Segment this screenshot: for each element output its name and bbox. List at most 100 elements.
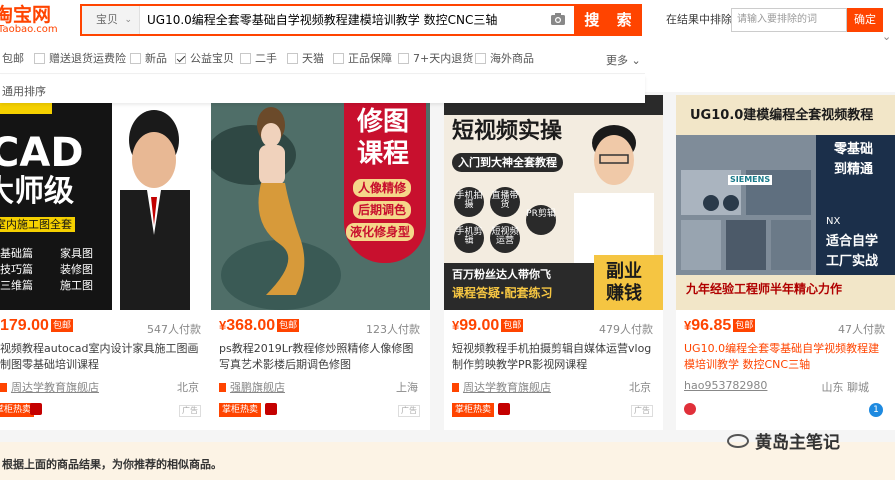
- search-scope-select[interactable]: 宝贝 ⌄: [82, 6, 140, 34]
- sort-default[interactable]: 通用排序: [2, 83, 46, 99]
- image-text: 三维篇: [0, 279, 33, 292]
- image-text: 装修图: [60, 263, 93, 276]
- image-text: 入门到大神全套教程: [452, 153, 563, 172]
- shop-location: 北京: [629, 381, 651, 394]
- product-title[interactable]: ps教程2019Lr教程修炒照精修人像修图写真艺术影楼后期调色修图: [219, 341, 424, 373]
- machining-photo: [676, 135, 816, 275]
- image-text: UG10.0建模编程全套视频教程: [690, 108, 874, 123]
- image-text: 人像精修: [353, 179, 412, 197]
- product-price: ¥368.00 包邮: [219, 317, 300, 334]
- sales-count: 47人付款: [838, 323, 885, 336]
- image-text: 修图: [357, 107, 410, 137]
- person-photo: [574, 125, 654, 275]
- exclude-confirm-button[interactable]: 确定: [847, 8, 883, 32]
- chevron-down-icon[interactable]: ⌄: [882, 30, 891, 43]
- promo-icon: [265, 403, 277, 415]
- filter-new[interactable]: 新品: [130, 52, 167, 66]
- search-button[interactable]: 搜 索: [574, 4, 642, 36]
- product-title[interactable]: 短视频教程手机拍摄剪辑自媒体运营vlog制作剪映教学PR影视网课程: [452, 341, 657, 373]
- product-card[interactable]: 短视频实操 入门到大神全套教程 手机拍摄 直播带货 PR剪辑 手机剪辑 短视频运…: [444, 95, 663, 430]
- shop-icon: [219, 383, 226, 392]
- image-text: PR剪辑: [526, 205, 556, 235]
- image-text: 技巧篇: [0, 263, 33, 276]
- checkbox[interactable]: [475, 53, 486, 64]
- checkbox-checked[interactable]: [175, 53, 186, 64]
- image-text: 九年经验工程师半年精心力作: [686, 282, 843, 296]
- checkbox[interactable]: [333, 53, 344, 64]
- product-card[interactable]: 修图 课程 人像精修 后期调色 液化修身型 ¥368.00 包邮 123人付款 p…: [211, 95, 430, 430]
- filter-free-shipping[interactable]: 包邮: [2, 52, 24, 66]
- sales-count: 547人付款: [147, 323, 201, 336]
- filter-overseas[interactable]: 海外商品: [475, 52, 534, 66]
- product-image[interactable]: 短视频实操 入门到大神全套教程 手机拍摄 直播带货 PR剪辑 手机剪辑 短视频运…: [444, 95, 663, 310]
- checkbox[interactable]: [287, 53, 298, 64]
- checkbox[interactable]: [34, 53, 45, 64]
- promo-icon: [30, 403, 42, 415]
- image-text: 大师级: [0, 174, 74, 209]
- person-photo: [120, 110, 190, 310]
- ad-label: 广告: [179, 405, 201, 417]
- image-text: 液化修身型: [346, 223, 415, 241]
- image-text: 课程: [357, 139, 410, 169]
- shop-link[interactable]: 周达学教育旗舰店: [0, 379, 99, 395]
- filter-return-insurance[interactable]: 赠送退货运费险: [34, 52, 126, 66]
- image-text: 基础篇: [0, 247, 33, 260]
- image-text: 百万粉丝达人带你飞: [452, 268, 551, 281]
- product-image[interactable]: UG10.0建模编程全套视频教程 SIEMENS 零基础 到精通 NX 适合自学…: [676, 95, 895, 310]
- image-text: 短视频实操: [452, 119, 563, 144]
- info-icon[interactable]: 1: [869, 403, 883, 417]
- camera-icon[interactable]: [550, 12, 566, 26]
- ad-label: 广告: [398, 405, 420, 417]
- seller-hot-badge: 掌柜热卖: [452, 403, 495, 417]
- shop-link[interactable]: hao953782980: [684, 379, 767, 392]
- search-box: 宝贝 ⌄ UG10.0编程全套零基础自学视频教程建模培训教学 数控CNC三轴 搜…: [80, 4, 642, 36]
- chevron-down-icon: ⌄: [124, 15, 132, 25]
- shop-icon: [452, 383, 459, 392]
- product-card[interactable]: UG10.0建模编程全套视频教程 SIEMENS 零基础 到精通 NX 适合自学…: [676, 95, 895, 430]
- shop-location: 北京: [177, 381, 199, 394]
- checkbox[interactable]: [398, 53, 409, 64]
- product-title[interactable]: 视频教程autocad室内设计家具施工图画制图零基础培训课程: [0, 341, 205, 373]
- flower-icon: [684, 403, 696, 415]
- sort-row: 通用排序: [0, 75, 645, 103]
- taobao-logo[interactable]: 淘宝网 Taobao.com: [0, 4, 75, 36]
- filter-genuine[interactable]: 正品保障: [333, 52, 392, 66]
- shop-location: 山东 聊城: [821, 381, 870, 394]
- image-text: 课程答疑·配套练习: [452, 286, 553, 300]
- search-input[interactable]: UG10.0编程全套零基础自学视频教程建模培训教学 数控CNC三轴: [147, 6, 547, 34]
- image-text: 施工图: [60, 279, 93, 292]
- exclude-input[interactable]: 请输入要排除的词: [731, 8, 847, 32]
- image-text: CAD: [0, 130, 84, 176]
- image-text: 适合自学: [826, 234, 879, 249]
- image-text: 直播带货: [490, 187, 520, 217]
- chevron-down-icon: ⌄: [631, 54, 641, 67]
- image-text: 后期调色: [353, 201, 412, 219]
- image-text: 室内施工图全套: [0, 217, 75, 232]
- image-text: 副业: [606, 261, 642, 282]
- checkbox[interactable]: [240, 53, 251, 64]
- product-title[interactable]: UG10.0编程全套零基础自学视频教程建模培训教学 数控CNC三轴: [684, 341, 889, 373]
- filter-tmall[interactable]: 天猫: [287, 52, 324, 66]
- filter-charity[interactable]: 公益宝贝: [175, 52, 234, 66]
- free-shipping-badge: 包邮: [277, 319, 300, 332]
- logo-sub-text: Taobao.com: [0, 24, 58, 35]
- image-text: 家具图: [60, 247, 93, 260]
- image-text: 工厂实战: [826, 254, 879, 269]
- checkbox[interactable]: [130, 53, 141, 64]
- product-card[interactable]: CAD 大师级 室内施工图全套 基础篇 家具图 技巧篇 装修图 三维篇 施工图 …: [0, 95, 211, 430]
- more-filters-button[interactable]: 更多 ⌄: [606, 52, 641, 68]
- shop-link[interactable]: 强鹏旗舰店: [219, 379, 285, 395]
- shop-location: 上海: [396, 381, 418, 394]
- sales-count: 123人付款: [366, 323, 420, 336]
- filter-7day-return[interactable]: 7+天内退货: [398, 52, 473, 66]
- image-text: SIEMENS: [728, 175, 773, 185]
- product-price: ¥99.00 包邮: [452, 317, 524, 334]
- search-scope-label: 宝贝: [96, 13, 118, 26]
- image-text: 短视频运营: [490, 223, 520, 253]
- shop-link[interactable]: 周达学教育旗舰店: [452, 379, 551, 395]
- wechat-icon: [727, 434, 749, 448]
- product-price: ¥96.85 包邮: [684, 317, 756, 334]
- product-image[interactable]: CAD 大师级 室内施工图全套 基础篇 家具图 技巧篇 装修图 三维篇 施工图: [0, 95, 211, 310]
- filter-second-hand[interactable]: 二手: [240, 52, 277, 66]
- product-image[interactable]: 修图 课程 人像精修 后期调色 液化修身型: [211, 95, 430, 310]
